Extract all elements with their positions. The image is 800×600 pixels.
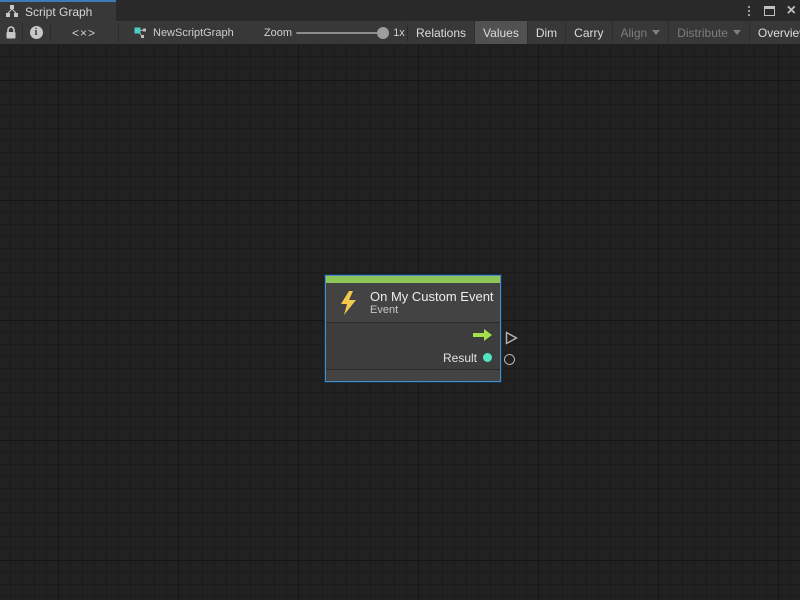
zoom-slider-handle[interactable] — [377, 27, 389, 39]
script-graph-window: Script Graph × i <×> — [0, 0, 800, 600]
toolbar-buttons: Relations Values Dim Carry Align Distrib… — [408, 21, 800, 44]
relations-button[interactable]: Relations — [408, 21, 475, 44]
event-bolt-icon — [326, 291, 370, 315]
align-dropdown[interactable]: Align — [613, 21, 670, 44]
graph-tree-icon — [5, 5, 19, 18]
zoom-label: Zoom — [264, 27, 292, 39]
overview-button[interactable]: Overview — [750, 21, 800, 44]
values-label: Values — [483, 26, 519, 40]
zoom-value-cell: 1x — [390, 21, 408, 44]
overview-label: Overview — [758, 26, 800, 40]
tab-title: Script Graph — [25, 5, 92, 19]
result-port-label: Result — [443, 351, 477, 365]
graph-breadcrumb[interactable]: NewScriptGraph — [134, 21, 254, 44]
node-on-my-custom-event[interactable]: On My Custom Event Event Result — [325, 275, 501, 382]
tab-script-graph[interactable]: Script Graph — [0, 0, 116, 21]
tab-bar: Script Graph × — [0, 0, 800, 21]
node-subtitle: Event — [370, 304, 494, 317]
flow-port-outline-icon — [505, 331, 518, 345]
maximize-icon[interactable] — [764, 6, 775, 16]
node-title: On My Custom Event — [370, 289, 494, 304]
align-label: Align — [621, 26, 648, 40]
graph-toolbar: i <×> NewScriptGraph Zoom 1x Rela — [0, 21, 800, 45]
embed-code-icon: <×> — [72, 26, 96, 40]
info-icon: i — [30, 26, 43, 39]
zoom-label-cell: Zoom — [262, 21, 294, 44]
carry-button[interactable]: Carry — [566, 21, 612, 44]
distribute-label: Distribute — [677, 26, 728, 40]
lock-icon — [5, 26, 17, 40]
window-controls: × — [746, 0, 796, 21]
relations-label: Relations — [416, 26, 466, 40]
flow-output-port-row[interactable] — [326, 323, 500, 346]
node-color-bar — [326, 276, 500, 283]
carry-label: Carry — [574, 26, 603, 40]
result-port-dot[interactable] — [483, 353, 492, 362]
chevron-down-icon — [733, 30, 741, 35]
dim-button[interactable]: Dim — [528, 21, 566, 44]
info-button[interactable]: i — [22, 21, 50, 44]
close-icon[interactable]: × — [787, 3, 796, 19]
lock-button[interactable] — [0, 21, 22, 44]
external-value-port[interactable] — [504, 354, 515, 365]
window-menu-icon[interactable] — [746, 4, 752, 18]
distribute-dropdown[interactable]: Distribute — [669, 21, 750, 44]
node-header[interactable]: On My Custom Event Event — [326, 283, 500, 323]
flow-arrow-icon — [473, 329, 492, 341]
node-body: Result — [326, 323, 500, 369]
graph-name-label: NewScriptGraph — [153, 27, 234, 39]
dim-label: Dim — [536, 26, 557, 40]
chevron-down-icon — [652, 30, 660, 35]
graph-asset-icon — [134, 27, 147, 39]
embed-code-button[interactable]: <×> — [50, 21, 118, 44]
zoom-slider-track[interactable] — [296, 32, 384, 34]
result-output-port-row[interactable]: Result — [326, 346, 500, 369]
values-button[interactable]: Values — [475, 21, 528, 44]
node-footer — [326, 369, 500, 381]
zoom-value: 1x — [393, 27, 405, 39]
external-flow-port[interactable] — [505, 331, 518, 350]
